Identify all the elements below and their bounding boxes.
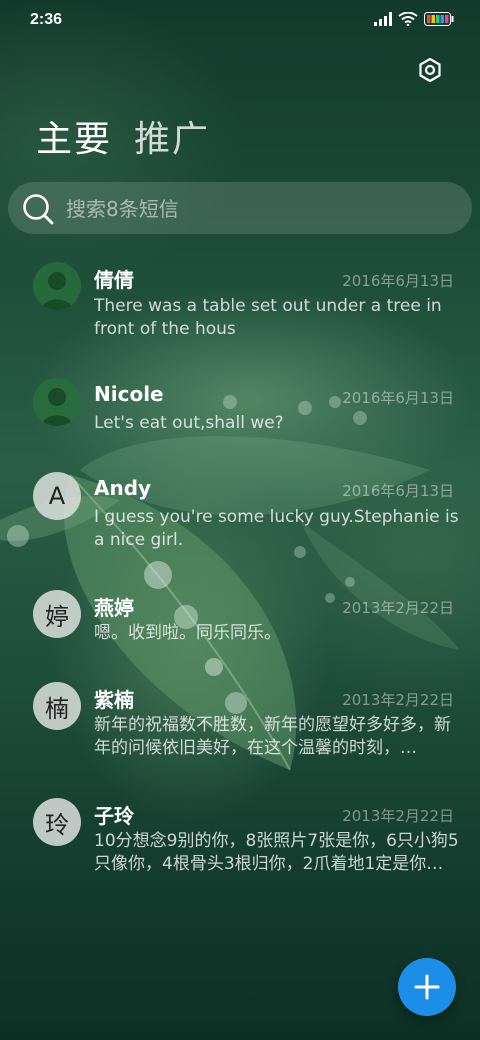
message-date: 2013年2月22日 — [342, 599, 454, 617]
message-date: 2016年6月13日 — [342, 272, 454, 290]
message-date: 2013年2月22日 — [342, 807, 454, 825]
conversation-item[interactable]: 倩倩 2016年6月13日 There was a table set out … — [0, 262, 480, 352]
status-icons — [374, 12, 454, 26]
message-date: 2016年6月13日 — [342, 389, 454, 407]
avatar: 玲 — [33, 798, 81, 846]
conversation-item[interactable]: 楠 紫楠 2013年2月22日 新年的祝福数不胜数，新年的愿望好多好多，新年的问… — [0, 682, 480, 772]
avatar: 楠 — [33, 682, 81, 730]
status-bar: 2:36 — [0, 0, 480, 40]
message-preview: 新年的祝福数不胜数，新年的愿望好多好多，新年的问候依旧美好，在这个温馨的时刻，… — [94, 715, 451, 758]
tab-main[interactable]: 主要 — [36, 110, 112, 162]
message-date: 2013年2月22日 — [342, 691, 454, 709]
status-time: 2:36 — [30, 11, 63, 28]
conversation-item[interactable]: A Andy 2016年6月13日 I guess you're some lu… — [0, 472, 480, 562]
person-icon — [41, 388, 73, 426]
new-message-button[interactable] — [398, 958, 456, 1016]
gear-icon — [419, 57, 441, 83]
message-preview: 嗯。收到啦。同乐同乐。 — [94, 623, 281, 643]
search-icon — [23, 194, 54, 225]
wifi-icon — [398, 12, 418, 26]
message-preview: There was a table set out under a tree i… — [94, 296, 442, 339]
avatar: A — [33, 472, 81, 520]
contact-name: 倩倩 — [94, 268, 134, 292]
battery-icon — [424, 12, 454, 26]
message-date: 2016年6月13日 — [342, 482, 454, 500]
conversation-item[interactable]: 婷 燕婷 2013年2月22日 嗯。收到啦。同乐同乐。 — [0, 590, 480, 650]
category-tabs: 主要 推广 — [36, 110, 210, 162]
search-bar[interactable] — [8, 182, 472, 234]
person-icon — [41, 272, 73, 310]
settings-button[interactable] — [414, 54, 446, 86]
contact-name: 子玲 — [94, 804, 134, 828]
signal-icon — [374, 12, 392, 26]
contact-name: Andy — [94, 476, 152, 500]
message-preview: Let's eat out,shall we? — [94, 413, 284, 433]
plus-icon — [414, 974, 440, 1000]
conversation-item[interactable]: 玲 子玲 2013年2月22日 10分想念9别的你，8张照片7张是你，6只小狗5… — [0, 798, 480, 888]
search-input[interactable] — [66, 195, 466, 223]
avatar — [33, 378, 81, 426]
avatar: 婷 — [33, 590, 81, 638]
message-preview: 10分想念9别的你，8张照片7张是你，6只小狗5只像你，4根骨头3根归你，2爪着… — [94, 831, 459, 874]
contact-name: 紫楠 — [94, 688, 134, 712]
contact-name: 燕婷 — [94, 596, 134, 620]
tab-promotions[interactable]: 推广 — [134, 110, 210, 162]
message-preview: I guess you're some lucky guy.Stephanie … — [94, 507, 459, 550]
contact-name: Nicole — [94, 382, 164, 406]
avatar — [33, 262, 81, 310]
conversation-item[interactable]: Nicole 2016年6月13日 Let's eat out,shall we… — [0, 378, 480, 448]
